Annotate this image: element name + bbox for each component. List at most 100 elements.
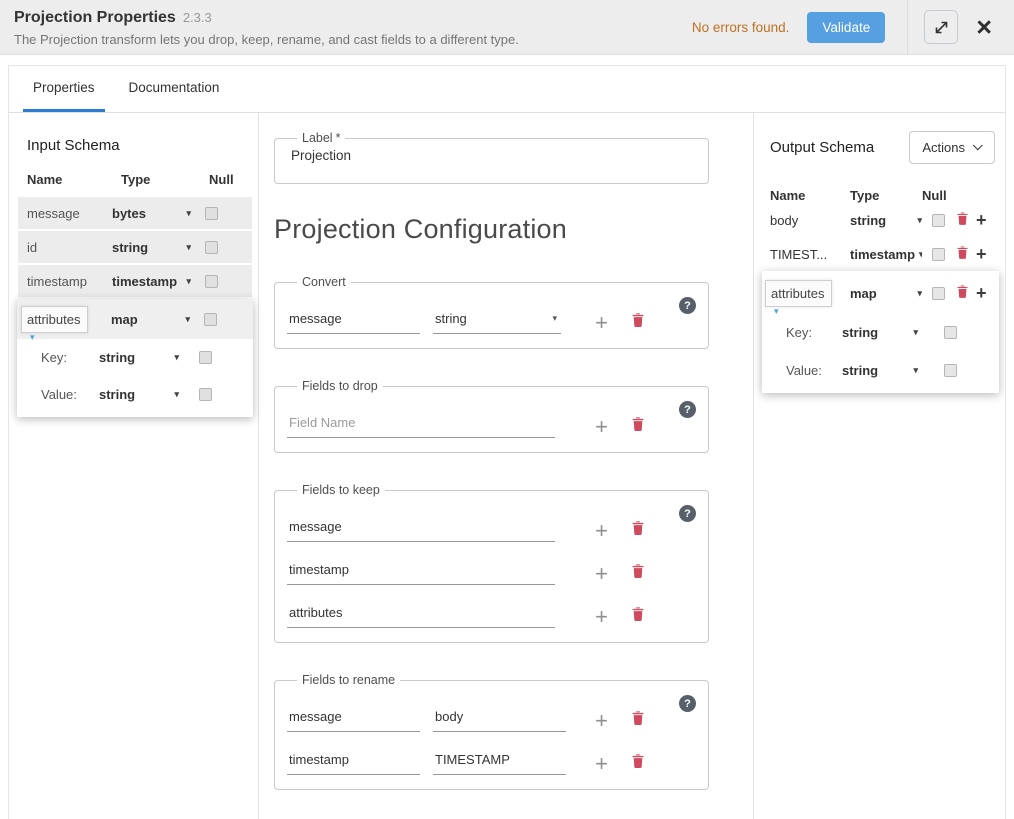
- delete-row-button[interactable]: [632, 711, 644, 732]
- field-name[interactable]: body: [770, 213, 850, 228]
- delete-row-button[interactable]: [632, 564, 644, 585]
- keep-field-input[interactable]: [287, 601, 555, 628]
- output-schema-title: Output Schema: [770, 139, 874, 156]
- close-icon: ×: [976, 12, 992, 42]
- properties-form: Label* Projection Configuration Convert …: [259, 113, 753, 819]
- add-row-button[interactable]: +: [595, 757, 608, 775]
- delete-row-button[interactable]: [632, 754, 644, 775]
- label-fieldset: Label*: [274, 131, 709, 184]
- help-icon[interactable]: ?: [679, 401, 696, 418]
- add-row-button[interactable]: +: [595, 316, 608, 334]
- nullable-checkbox[interactable]: [205, 207, 218, 220]
- collapse-caret-icon[interactable]: ▾: [774, 306, 779, 317]
- fields-to-rename-fieldset: Fields to rename ? + +: [274, 673, 709, 790]
- rename-to-input[interactable]: [433, 705, 566, 732]
- rename-to-input[interactable]: [433, 748, 566, 775]
- input-schema-row: message bytes ▾: [18, 197, 252, 229]
- nullable-checkbox[interactable]: [204, 313, 217, 326]
- rename-from-input[interactable]: [287, 748, 420, 775]
- field-type-dropdown[interactable]: string ▾: [99, 387, 179, 402]
- delete-field-button[interactable]: [957, 285, 968, 301]
- trash-icon: [632, 754, 644, 768]
- nullable-checkbox[interactable]: [199, 351, 212, 364]
- keep-row: +: [287, 515, 644, 542]
- field-type-value: string: [842, 363, 878, 378]
- field-type-dropdown[interactable]: string ▾: [112, 240, 191, 255]
- field-type-value: string: [99, 387, 135, 402]
- fields-to-keep-fieldset: Fields to keep ? + +: [274, 483, 709, 643]
- rename-from-input[interactable]: [287, 705, 420, 732]
- delete-row-button[interactable]: [632, 607, 644, 628]
- field-type-dropdown[interactable]: string ▾: [99, 350, 179, 365]
- field-type-dropdown[interactable]: map ▾: [111, 312, 190, 327]
- field-name[interactable]: attributes: [765, 280, 832, 307]
- label-legend-text: Label: [302, 131, 333, 145]
- field-name[interactable]: attributes: [21, 306, 88, 333]
- nullable-checkbox[interactable]: [932, 214, 945, 227]
- delete-field-button[interactable]: [957, 212, 968, 228]
- delete-row-button[interactable]: [632, 417, 644, 438]
- convert-field-input[interactable]: [287, 307, 420, 334]
- nullable-checkbox[interactable]: [932, 287, 945, 300]
- close-button[interactable]: ×: [974, 14, 994, 41]
- input-schema-header-row: Name Type Null: [27, 172, 258, 187]
- nullable-checkbox[interactable]: [932, 248, 945, 261]
- field-type-dropdown[interactable]: map ▾: [850, 286, 922, 301]
- add-field-button[interactable]: +: [976, 286, 987, 300]
- field-type-dropdown[interactable]: timestamp ▾: [112, 274, 191, 289]
- keep-field-input[interactable]: [287, 558, 555, 585]
- field-type-dropdown[interactable]: string ▾: [850, 213, 922, 228]
- add-row-button[interactable]: +: [595, 524, 608, 542]
- field-type-value: string: [842, 325, 878, 340]
- chevron-down-icon: [973, 140, 983, 150]
- help-icon[interactable]: ?: [679, 695, 696, 712]
- actions-button[interactable]: Actions: [909, 131, 995, 164]
- field-type-dropdown[interactable]: string ▾: [842, 325, 918, 340]
- trash-icon: [632, 564, 644, 578]
- nullable-checkbox[interactable]: [199, 388, 212, 401]
- label-input[interactable]: [287, 147, 687, 169]
- map-key-label: Key:: [786, 325, 842, 340]
- add-field-button[interactable]: +: [976, 213, 987, 227]
- field-type-dropdown[interactable]: bytes ▾: [112, 206, 191, 221]
- convert-type-select[interactable]: string ▾: [433, 307, 561, 334]
- add-row-button[interactable]: +: [595, 714, 608, 732]
- nullable-checkbox[interactable]: [944, 326, 957, 339]
- output-schema-row: body string ▾ +: [770, 203, 995, 237]
- map-value-label: Value:: [41, 387, 99, 402]
- validate-button[interactable]: Validate: [807, 12, 885, 43]
- chevron-down-icon: ▾: [186, 276, 191, 287]
- expand-icon: [934, 20, 949, 35]
- tab-properties[interactable]: Properties: [23, 66, 105, 112]
- validation-status: No errors found.: [692, 20, 790, 35]
- input-schema-row: id string ▾: [18, 231, 252, 263]
- field-name[interactable]: TIMEST...: [770, 247, 850, 262]
- add-row-button[interactable]: +: [595, 420, 608, 438]
- delete-row-button[interactable]: [632, 313, 644, 334]
- nullable-checkbox[interactable]: [205, 275, 218, 288]
- dialog-subtitle: The Projection transform lets you drop, …: [14, 32, 692, 47]
- expand-button[interactable]: [924, 10, 958, 44]
- keep-field-input[interactable]: [287, 515, 555, 542]
- delete-field-button[interactable]: [957, 246, 968, 262]
- help-icon[interactable]: ?: [679, 505, 696, 522]
- nullable-checkbox[interactable]: [205, 241, 218, 254]
- add-row-button[interactable]: +: [595, 567, 608, 585]
- add-field-button[interactable]: +: [976, 247, 987, 261]
- chevron-down-icon: ▾: [185, 314, 190, 325]
- chevron-down-icon: ▾: [913, 327, 918, 338]
- nullable-checkbox[interactable]: [944, 364, 957, 377]
- tab-documentation[interactable]: Documentation: [119, 66, 230, 112]
- help-icon[interactable]: ?: [679, 297, 696, 314]
- field-type-dropdown[interactable]: timestamp ▾: [850, 247, 922, 262]
- drop-field-input[interactable]: [287, 411, 555, 438]
- trash-icon: [957, 212, 968, 225]
- fields-to-rename-legend: Fields to rename: [297, 673, 400, 687]
- add-row-button[interactable]: +: [595, 610, 608, 628]
- input-schema-panel: Input Schema Name Type Null message byte…: [9, 113, 259, 819]
- map-value-row: Value: string ▾: [770, 351, 999, 389]
- delete-row-button[interactable]: [632, 521, 644, 542]
- map-key-label: Key:: [41, 350, 99, 365]
- collapse-caret-icon[interactable]: ▾: [30, 332, 35, 343]
- field-type-dropdown[interactable]: string ▾: [842, 363, 918, 378]
